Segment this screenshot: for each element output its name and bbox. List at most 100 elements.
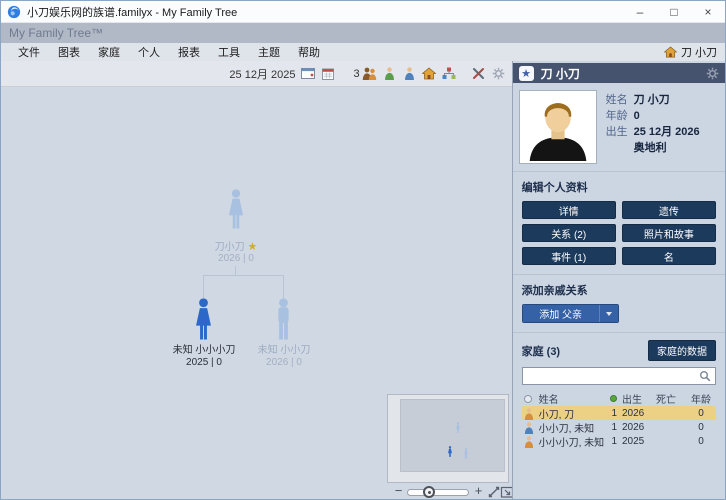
tree-person-child-2[interactable] (272, 298, 295, 340)
add-father-button[interactable]: 添加 父亲 (523, 305, 599, 322)
birth-value: 25 12月 2026 (634, 126, 700, 138)
living-column-icon (610, 395, 617, 402)
relationships-button[interactable]: 关系 (2) (522, 224, 616, 242)
person-details: 姓名刀 小刀 年龄0 出生25 12月 2026 奥地利 (606, 90, 700, 164)
person-photo[interactable] (519, 90, 597, 164)
main-area: 25 12月 2025 3 (1, 61, 725, 499)
column-death[interactable]: 死亡 (656, 391, 688, 406)
add-section-title: 添加亲戚关系 (522, 282, 716, 298)
family-table-header[interactable]: 姓名 出生 死亡 年龄 (522, 391, 716, 406)
photos-stories-button[interactable]: 照片和故事 (622, 224, 716, 242)
family-section-title: 家庭 (3) (522, 343, 561, 359)
add-father-split-button: 添加 父亲 (522, 304, 619, 323)
tree-person-root[interactable] (225, 189, 247, 229)
people-count: 3 (353, 68, 359, 80)
chart-type-icon[interactable] (442, 67, 457, 81)
age-value: 0 (634, 110, 640, 122)
fit-to-window-icon[interactable] (487, 485, 501, 499)
favorite-star-icon[interactable]: ★ (519, 66, 534, 81)
family-search-input[interactable] (527, 371, 699, 382)
window-title: 小刀娱乐网的族谱.familyx - My Family Tree (27, 4, 237, 20)
sidebar-gear-icon[interactable] (706, 67, 719, 80)
calendar-icon[interactable] (320, 67, 335, 81)
home-person-indicator[interactable]: 刀 小刀 (664, 44, 717, 60)
add-relative-dropdown[interactable] (599, 305, 618, 322)
close-button[interactable]: × (691, 1, 725, 22)
search-icon (699, 370, 711, 382)
chart-canvas[interactable]: 25 12月 2025 3 (1, 61, 512, 499)
person-female-icon[interactable] (382, 67, 397, 81)
add-relative-section: 添加亲戚关系 添加 父亲 (513, 276, 725, 331)
title-bar: 小刀娱乐网的族谱.familyx - My Family Tree – □ × (1, 1, 725, 23)
app-brand-bar: My Family Tree™ (1, 23, 725, 43)
tree-caption-root: 2026 | 0 (171, 253, 301, 265)
zoom-out-button[interactable]: − (392, 484, 405, 497)
family-section: 家庭 (3) 家庭的数据 姓名 出生 死亡 (513, 334, 725, 456)
home-person-name: 刀 小刀 (681, 44, 717, 60)
person-column-icon (524, 395, 532, 403)
column-name[interactable]: 姓名 (539, 391, 606, 406)
home-person-star-icon: ★ (247, 241, 257, 253)
names-button[interactable]: 名 (622, 247, 716, 265)
age-label: 年龄 (606, 108, 634, 124)
person-male-icon[interactable] (402, 67, 417, 81)
column-age[interactable]: 年龄 (688, 391, 714, 406)
minimap-viewport[interactable] (400, 399, 505, 472)
tools-icon[interactable] (471, 67, 486, 81)
family-table: 姓名 出生 死亡 年龄 小刀, 刀 1 2026 0 (522, 391, 716, 448)
menu-family[interactable]: 家庭 (89, 44, 129, 60)
chevron-down-icon (606, 312, 612, 316)
menu-person[interactable]: 个人 (129, 44, 169, 60)
person-female-icon (524, 436, 534, 448)
menu-file[interactable]: 文件 (9, 44, 49, 60)
menu-reports[interactable]: 报表 (169, 44, 209, 60)
divider (513, 332, 725, 333)
zoom-slider-track[interactable] (407, 489, 469, 496)
tree-connector (203, 275, 204, 298)
minimap-figure (447, 446, 453, 457)
person-sidebar: ★ 刀 小刀 姓名刀 小刀 (512, 61, 725, 499)
app-window: 小刀娱乐网的族谱.familyx - My Family Tree – □ × … (0, 0, 726, 500)
divider (513, 274, 725, 275)
family-row-1[interactable]: 小刀, 刀 1 2026 0 (522, 406, 716, 420)
column-birth[interactable]: 出生 (622, 391, 656, 406)
genetics-button[interactable]: 遗传 (622, 201, 716, 219)
menu-charts[interactable]: 图表 (49, 44, 89, 60)
menu-help[interactable]: 帮助 (289, 44, 329, 60)
family-data-button[interactable]: 家庭的数据 (648, 340, 716, 361)
home-icon (664, 46, 677, 58)
details-button[interactable]: 详情 (522, 201, 616, 219)
birth-label: 出生 (606, 124, 634, 140)
birthplace-value: 奥地利 (634, 142, 667, 154)
fullscreen-icon[interactable] (500, 485, 512, 499)
menu-bar: 文件 图表 家庭 个人 报表 工具 主题 帮助 刀 小刀 (1, 43, 725, 61)
zoom-in-button[interactable]: + (472, 484, 485, 497)
chart-toolbar: 25 12月 2025 3 (1, 61, 512, 87)
family-row-3[interactable]: 小小小刀, 未知 1 2025 0 (522, 434, 716, 448)
zoom-slider-handle[interactable] (423, 486, 435, 498)
settings-gear-icon[interactable] (491, 67, 506, 81)
home-person-icon[interactable] (422, 67, 437, 81)
family-search (522, 367, 716, 385)
sidebar-header: ★ 刀 小刀 (513, 63, 725, 83)
divider (513, 171, 725, 172)
minimap-figure (455, 422, 461, 433)
app-logo-icon (7, 5, 21, 19)
minimap-panel[interactable] (387, 394, 509, 483)
events-button[interactable]: 事件 (1) (522, 247, 616, 265)
name-value: 刀 小刀 (634, 94, 670, 106)
minimize-button[interactable]: – (623, 1, 657, 22)
menu-themes[interactable]: 主题 (249, 44, 289, 60)
tree-person-child-selected[interactable] (192, 298, 215, 340)
name-label: 姓名 (606, 92, 634, 108)
panel-icon[interactable] (300, 67, 315, 81)
edit-section-title: 编辑个人资料 (522, 179, 716, 195)
family-row-2[interactable]: 小小刀, 未知 1 2026 0 (522, 420, 716, 434)
tree-label-child-2: 未知 小小刀 (219, 345, 349, 357)
window-controls: – □ × (623, 1, 725, 22)
tree-connector (203, 275, 284, 276)
menu-tools[interactable]: 工具 (209, 44, 249, 60)
person-female-icon (524, 408, 534, 420)
maximize-button[interactable]: □ (657, 1, 691, 22)
people-group-icon[interactable] (362, 67, 377, 81)
